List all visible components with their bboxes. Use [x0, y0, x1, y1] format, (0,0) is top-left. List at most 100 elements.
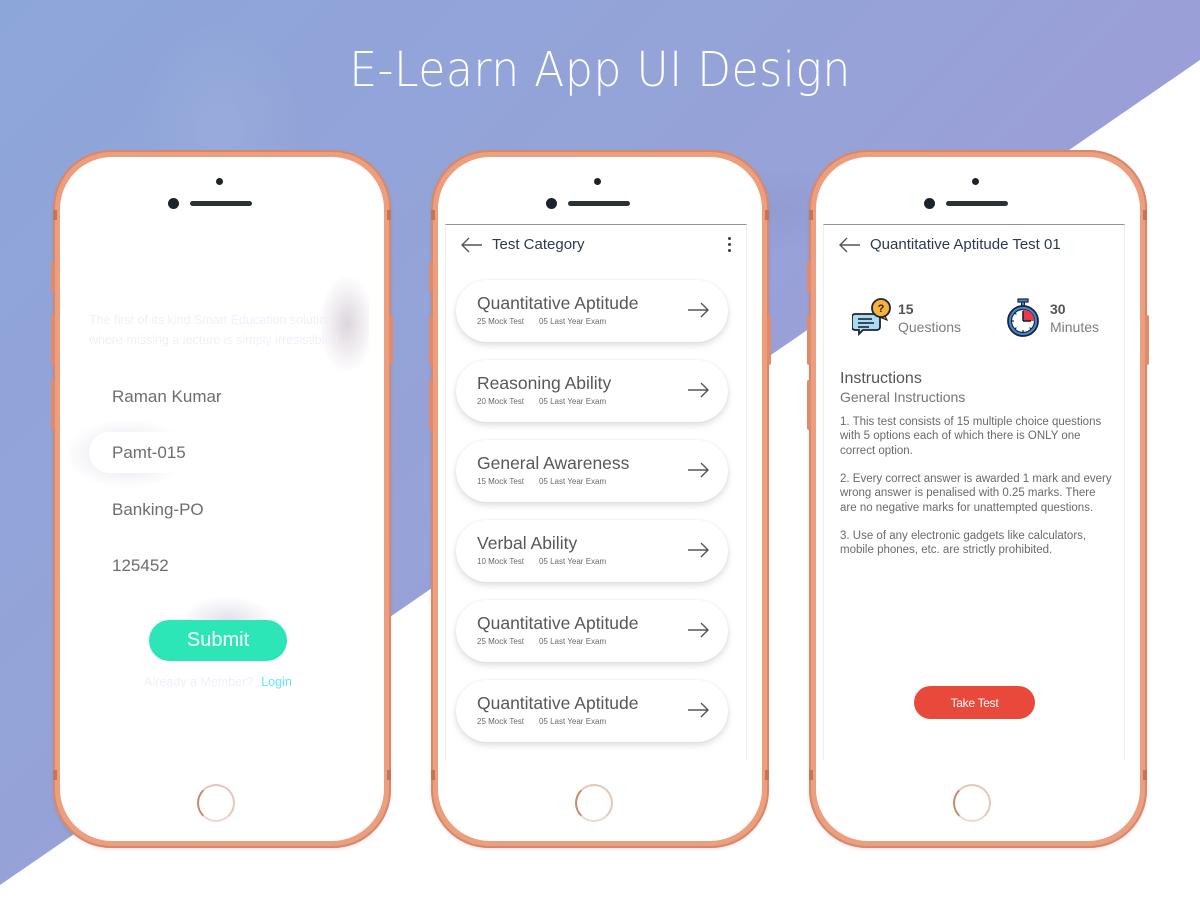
phone-register: Register The first of its kind Smart Edu… [51, 150, 393, 848]
sensor-dot [594, 178, 601, 185]
antenna-band [1143, 770, 1147, 780]
category-name: Quantitative Aptitude [477, 613, 639, 633]
last-year-exam-count: 05 Last Year Exam [538, 317, 607, 326]
mute-switch [807, 262, 811, 292]
login-link[interactable]: Login [261, 675, 292, 689]
course-input[interactable] [89, 489, 347, 530]
sensor-dot [972, 178, 979, 185]
power-button [389, 315, 393, 365]
power-button [767, 315, 771, 365]
phone-test-detail: Quantitative Aptitude Test 01 ? 15 Quest… [807, 150, 1149, 848]
member-text: Already a Member? [144, 675, 254, 689]
questions-label: Questions [898, 319, 962, 335]
arrow-left-icon[interactable] [838, 235, 862, 255]
category-card[interactable]: General Awareness 15 Mock Test 05 Last Yea… [456, 440, 728, 502]
home-button[interactable] [953, 784, 991, 822]
app-header: Test Category [446, 225, 746, 269]
antenna-band [431, 770, 435, 780]
last-year-exam-count: 05 Last Year Exam [538, 717, 607, 726]
antenna-band [53, 770, 57, 780]
volume-down-button [807, 380, 811, 430]
header-title: Test Category [492, 236, 585, 253]
question-chat-icon: ? [852, 298, 891, 337]
app-header: Quantitative Aptitude Test 01 [824, 225, 1124, 269]
last-year-exam-count: 05 Last Year Exam [538, 637, 607, 646]
minutes-count: 30 [1050, 301, 1066, 317]
front-camera [546, 198, 557, 209]
volume-up-button [429, 315, 433, 365]
stopwatch-icon [1007, 298, 1039, 337]
category-name: Quantitative Aptitude [477, 693, 639, 713]
arrow-right-icon[interactable] [686, 460, 710, 480]
earpiece-speaker [568, 201, 630, 206]
antenna-band [809, 210, 813, 220]
instructions-subtitle: General Instructions [840, 389, 966, 405]
test-detail-screen: Quantitative Aptitude Test 01 ? 15 Quest… [823, 224, 1125, 760]
header-title: Quantitative Aptitude Test 01 [870, 236, 1061, 253]
category-card[interactable]: Quantitative Aptitude 25 Mock Test 05 Last… [456, 680, 728, 742]
antenna-band [387, 210, 391, 220]
home-button[interactable] [575, 784, 613, 822]
phone-test-category: Test Category Quantitative Aptitude 25 Mo… [429, 150, 771, 848]
submit-button[interactable]: Submit [149, 620, 287, 661]
arrow-right-icon[interactable] [686, 380, 710, 400]
code-input[interactable] [89, 545, 347, 586]
category-name: Reasoning Ability [477, 373, 612, 393]
page-title: E-Learn App UI Design [349, 42, 851, 98]
questions-count: 15 [898, 301, 914, 317]
instructions-title: Instructions [840, 370, 922, 387]
volume-down-button [51, 380, 55, 430]
arrow-right-icon[interactable] [686, 300, 710, 320]
volume-down-button [429, 380, 433, 430]
category-card[interactable]: Verbal Ability 10 Mock Test 05 Last Year E… [456, 520, 728, 582]
mock-test-count: 25 Mock Test [477, 317, 524, 326]
category-meta: 20 Mock Test 05 Last Year Exam [477, 397, 606, 406]
arrow-left-icon[interactable] [460, 235, 484, 255]
category-card[interactable]: Reasoning Ability 20 Mock Test 05 Last Yea… [456, 360, 728, 422]
mock-test-count: 10 Mock Test [477, 557, 524, 566]
arrow-right-icon[interactable] [686, 700, 710, 720]
volume-up-button [51, 315, 55, 365]
volume-up-button [807, 315, 811, 365]
category-card[interactable]: Quantitative Aptitude 25 Mock Test 05 Last… [456, 280, 728, 342]
antenna-band [809, 770, 813, 780]
mock-test-count: 15 Mock Test [477, 477, 524, 486]
register-subtitle: The first of its kind Smart Education so… [89, 313, 339, 347]
earpiece-speaker [946, 201, 1008, 206]
last-year-exam-count: 05 Last Year Exam [538, 397, 607, 406]
register-screen: Register The first of its kind Smart Edu… [67, 224, 369, 760]
power-button [1145, 315, 1149, 365]
arrow-right-icon[interactable] [686, 540, 710, 560]
last-year-exam-count: 05 Last Year Exam [538, 477, 607, 486]
last-year-exam-count: 05 Last Year Exam [538, 557, 607, 566]
antenna-band [765, 770, 769, 780]
category-card[interactable]: Quantitative Aptitude 25 Mock Test 05 Last… [456, 600, 728, 662]
category-meta: 10 Mock Test 05 Last Year Exam [477, 557, 606, 566]
minutes-label: Minutes [1050, 319, 1100, 335]
mock-test-count: 25 Mock Test [477, 637, 524, 646]
name-input[interactable] [89, 376, 347, 417]
member-prompt: Already a Member? Login [67, 675, 369, 689]
arrow-right-icon[interactable] [686, 620, 710, 640]
antenna-band [1143, 210, 1147, 220]
home-button[interactable] [197, 784, 235, 822]
category-meta: 25 Mock Test 05 Last Year Exam [477, 637, 606, 646]
register-title: Register [93, 272, 202, 302]
antenna-band [387, 770, 391, 780]
front-camera [168, 198, 179, 209]
antenna-band [431, 210, 435, 220]
more-vertical-icon[interactable] [726, 237, 732, 255]
sensor-dot [216, 178, 223, 185]
antenna-band [765, 210, 769, 220]
category-meta: 25 Mock Test 05 Last Year Exam [477, 717, 606, 726]
test-category-screen: Test Category Quantitative Aptitude 25 Mo… [445, 224, 747, 760]
earpiece-speaker [190, 201, 252, 206]
category-name: Verbal Ability [477, 533, 578, 553]
category-name: Quantitative Aptitude [477, 293, 639, 313]
id-input[interactable] [89, 432, 347, 473]
category-meta: 15 Mock Test 05 Last Year Exam [477, 477, 606, 486]
antenna-band [53, 210, 57, 220]
instruction-item: 3. Use of any electronic gadgets like ca… [840, 530, 1087, 557]
take-test-button[interactable]: Take Test [914, 686, 1035, 719]
mute-switch [429, 262, 433, 292]
